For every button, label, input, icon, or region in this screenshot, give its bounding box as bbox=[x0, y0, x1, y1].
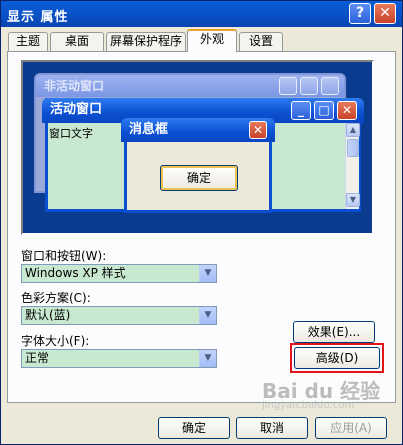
tab-desktop[interactable]: 桌面 bbox=[50, 32, 104, 51]
font-size-label: 字体大小(F): bbox=[21, 334, 90, 348]
message-box-ok-button: 确定 bbox=[160, 165, 238, 191]
minimize-icon bbox=[279, 77, 297, 95]
chevron-down-icon[interactable]: ▼ bbox=[199, 307, 216, 324]
window-title: 显示 属性 bbox=[7, 10, 69, 25]
tab-screensaver[interactable]: 屏幕保护程序 bbox=[106, 32, 186, 51]
maximize-icon: □ bbox=[314, 101, 334, 120]
color-scheme-value: 默认(蓝) bbox=[25, 308, 71, 322]
maximize-icon bbox=[300, 77, 318, 95]
inactive-window-title-text: 非活动窗口 bbox=[44, 79, 105, 93]
active-window-title-text: 活动窗口 bbox=[50, 102, 103, 117]
tab-themes[interactable]: 主题 bbox=[8, 32, 48, 51]
message-box-title-text: 消息框 bbox=[129, 122, 169, 137]
window-buttons-value: Windows XP 样式 bbox=[25, 266, 126, 280]
color-scheme-select[interactable]: 默认(蓝) ▼ bbox=[21, 306, 217, 325]
window-text-sample: 窗口文字 bbox=[49, 127, 93, 140]
effects-button[interactable]: 效果(E)... bbox=[293, 321, 375, 343]
message-box-title: 消息框 ✕ bbox=[121, 118, 275, 142]
close-icon: ✕ bbox=[337, 101, 357, 120]
scroll-down-icon: ▼ bbox=[346, 193, 360, 207]
help-button[interactable]: ? bbox=[349, 3, 371, 24]
advanced-button-highlight bbox=[290, 343, 384, 373]
preview-scrollbar: ▲ ▼ bbox=[345, 123, 360, 209]
scroll-up-icon: ▲ bbox=[346, 123, 360, 137]
cancel-button[interactable]: 取消 bbox=[236, 417, 308, 439]
close-button[interactable]: ✕ bbox=[374, 3, 396, 24]
ok-button[interactable]: 确定 bbox=[158, 417, 230, 439]
scroll-thumb bbox=[347, 139, 359, 157]
baidu-watermark-url: jingyan.baidu.com bbox=[262, 400, 355, 411]
close-icon: ✕ bbox=[249, 121, 267, 139]
color-scheme-label: 色彩方案(C): bbox=[21, 291, 91, 305]
tab-settings[interactable]: 设置 bbox=[239, 32, 283, 51]
title-bar[interactable]: 显示 属性 ? ✕ bbox=[1, 1, 402, 27]
chevron-down-icon[interactable]: ▼ bbox=[199, 350, 216, 367]
font-size-value: 正常 bbox=[25, 351, 50, 365]
window-buttons-label: 窗口和按钮(W): bbox=[21, 249, 107, 263]
minimize-icon: _ bbox=[291, 101, 311, 120]
close-icon bbox=[321, 77, 339, 95]
font-size-select[interactable]: 正常 ▼ bbox=[21, 349, 217, 368]
window-buttons-select[interactable]: Windows XP 样式 ▼ bbox=[21, 264, 217, 283]
chevron-down-icon[interactable]: ▼ bbox=[199, 265, 216, 282]
tab-appearance[interactable]: 外观 bbox=[187, 29, 237, 52]
inactive-window-title: 非活动窗口 bbox=[36, 75, 344, 97]
apply-button[interactable]: 应用(A) bbox=[315, 417, 387, 439]
